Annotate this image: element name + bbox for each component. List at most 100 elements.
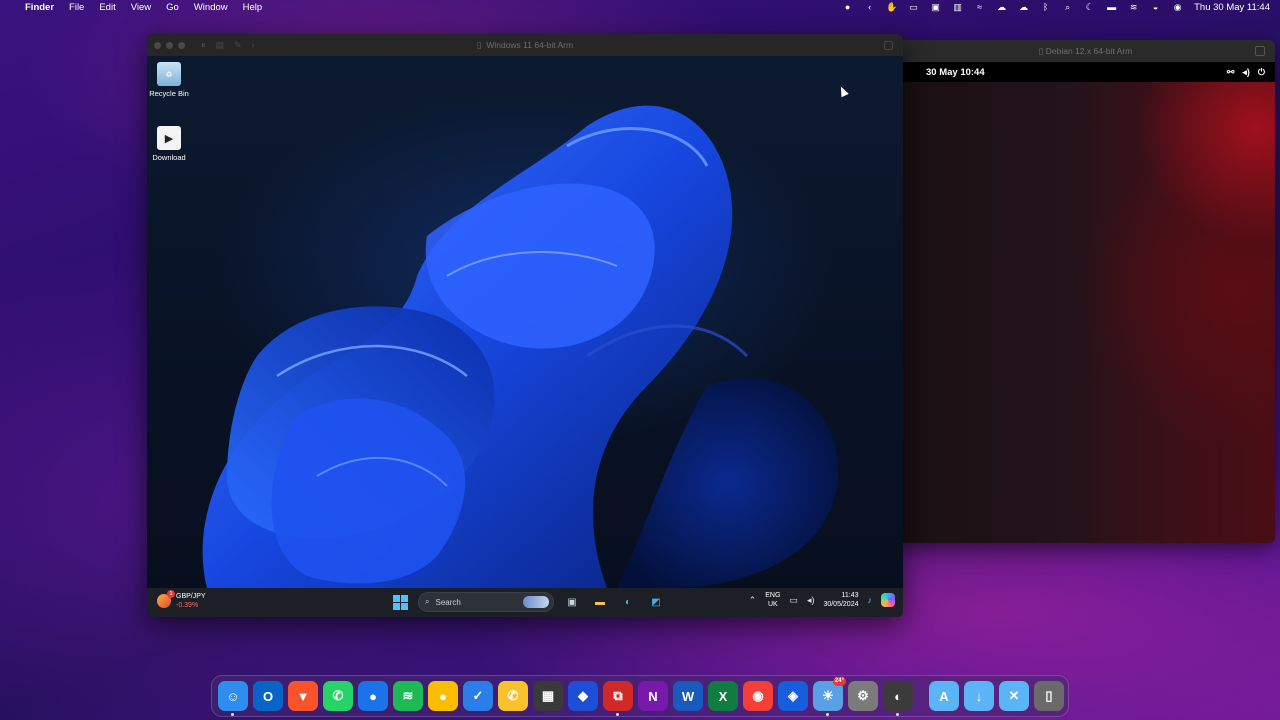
- app-menu-finder[interactable]: Finder: [25, 2, 54, 13]
- dock-brave-icon[interactable]: ▼: [288, 681, 318, 711]
- dock-finder-icon[interactable]: ☺: [218, 681, 248, 716]
- dock-tasks-icon[interactable]: ✓: [463, 681, 493, 711]
- windows-window-title: Windows 11 64-bit Arm: [486, 40, 574, 50]
- download-icon: ▶: [157, 126, 181, 150]
- chevron-up-icon[interactable]: ⌃: [749, 595, 757, 606]
- dock-downloads-icon[interactable]: ↓: [964, 681, 994, 711]
- file-explorer-icon[interactable]: ▬: [590, 592, 610, 612]
- dock-utilities-icon[interactable]: ✕: [999, 681, 1029, 711]
- widget-icon: 1: [157, 590, 175, 608]
- minimize-button[interactable]: [166, 41, 173, 49]
- chevron-left-icon[interactable]: ‹: [864, 2, 875, 12]
- search-icon[interactable]: ⌕: [1062, 2, 1073, 12]
- taskbar-search[interactable]: ⌕ Search: [418, 592, 554, 612]
- dock-whatsapp-icon[interactable]: ✆: [323, 681, 353, 711]
- running-indicator: [896, 713, 899, 716]
- zoom-button[interactable]: [178, 41, 185, 49]
- copilot-icon[interactable]: [881, 593, 895, 607]
- cloud-icon[interactable]: ☁: [1018, 2, 1029, 12]
- restore-icon[interactable]: [884, 41, 893, 50]
- debian-wallpaper: [896, 82, 1275, 543]
- dock-spotify-icon[interactable]: ≋: [393, 681, 423, 711]
- task-view-icon[interactable]: ▣: [562, 592, 582, 612]
- dock-word-icon[interactable]: W: [673, 681, 703, 711]
- dock-excel-icon[interactable]: X: [708, 681, 738, 711]
- dock-applications-icon[interactable]: A: [929, 681, 959, 711]
- menu-go[interactable]: Go: [166, 2, 179, 13]
- debian-vm-window[interactable]: ▯ Debian 12.x 64-bit Arm 30 May 10:44 ⚯ …: [896, 40, 1275, 543]
- debian-titlebar[interactable]: ▯ Debian 12.x 64-bit Arm: [896, 40, 1275, 62]
- start-button[interactable]: [390, 592, 410, 612]
- network-icon[interactable]: ⚯: [1227, 67, 1235, 78]
- dock-outlook-icon[interactable]: O: [253, 681, 283, 711]
- menu-edit[interactable]: Edit: [99, 2, 115, 13]
- store-icon[interactable]: ◩: [646, 592, 666, 612]
- dock-onenote-icon[interactable]: N: [638, 681, 668, 711]
- screen-icon[interactable]: ▣: [930, 2, 941, 12]
- taskbar-clock[interactable]: 11:43 30/05/2024: [823, 591, 858, 609]
- widgets-button[interactable]: 1 GBP/JPY -0.39%: [157, 590, 206, 610]
- bluetooth-icon[interactable]: ᛒ: [1040, 2, 1051, 12]
- notification-bell-icon[interactable]: ♪: [868, 595, 873, 605]
- power-icon[interactable]: ⏻: [1258, 67, 1265, 78]
- edge-icon[interactable]: ◐: [618, 592, 638, 612]
- wind-icon[interactable]: ≈: [974, 2, 985, 12]
- dock-system-settings-icon[interactable]: ⚙: [848, 681, 878, 711]
- debian-window-title: Debian 12.x 64-bit Arm: [1045, 46, 1133, 56]
- desktop-icon-recycle-bin[interactable]: ♻ Recycle Bin: [147, 62, 191, 98]
- dock-virtualbox-icon[interactable]: ◆: [568, 681, 598, 711]
- dock-pocket-casts-icon[interactable]: ◉: [743, 681, 773, 711]
- display-icon[interactable]: ▭: [908, 2, 919, 12]
- desktop-icon-label: Recycle Bin: [149, 89, 189, 98]
- record-icon[interactable]: ●: [842, 2, 853, 12]
- dock-badge: 24°: [832, 677, 846, 686]
- lang-bottom: UK: [767, 601, 778, 608]
- gnome-clock[interactable]: 30 May 10:44: [926, 67, 985, 78]
- dock-trash-icon[interactable]: ▯: [1034, 681, 1064, 711]
- windows-window-title-wrap: ▯ Windows 11 64-bit Arm: [147, 40, 903, 51]
- parallels-icon[interactable]: ▥: [952, 2, 963, 12]
- menu-bar: Finder File Edit View Go Window Help ● ‹…: [0, 0, 1280, 14]
- battery-icon[interactable]: ▬: [1106, 2, 1117, 12]
- dock-parallels-icon[interactable]: ⧉: [603, 681, 633, 716]
- recycle-bin-icon: ♻: [157, 62, 181, 86]
- gnome-top-bar: 30 May 10:44 ⚯ ◂) ⏻: [896, 62, 1275, 82]
- windows-titlebar[interactable]: ⏸ ▤ ✎ › ▯ Windows 11 64-bit Arm: [147, 34, 903, 56]
- moon-icon[interactable]: ☾: [1084, 2, 1095, 12]
- siri-icon[interactable]: ◉: [1172, 2, 1183, 12]
- menu-help[interactable]: Help: [243, 2, 263, 13]
- menu-window[interactable]: Window: [194, 2, 228, 13]
- running-indicator: [616, 713, 619, 716]
- document-icon: ▯: [1038, 45, 1046, 56]
- language-indicator[interactable]: ENG UK: [765, 591, 780, 609]
- windows-vm-window[interactable]: ⏸ ▤ ✎ › ▯ Windows 11 64-bit Arm ♻ Recycl…: [147, 34, 903, 617]
- running-indicator: [231, 713, 234, 716]
- wrench-icon[interactable]: ✎: [234, 40, 242, 51]
- desktop-icon-download[interactable]: ▶ Download: [147, 126, 191, 162]
- dock-messages-icon[interactable]: ●: [358, 681, 388, 711]
- menu-file[interactable]: File: [69, 2, 84, 13]
- volume-icon[interactable]: ◂): [807, 595, 815, 606]
- cloud-icon[interactable]: ☁: [996, 2, 1007, 12]
- hand-icon[interactable]: ✋: [886, 2, 897, 12]
- lang-top: ENG: [765, 592, 781, 599]
- menu-bar-clock[interactable]: Thu 30 May 11:44: [1194, 2, 1270, 13]
- dock-bitwarden-icon[interactable]: ◈: [778, 681, 808, 711]
- pause-icon[interactable]: ⏸: [201, 40, 206, 51]
- snapshot-icon[interactable]: ▤: [216, 40, 225, 51]
- dock-screen-sharing-icon[interactable]: ◐: [883, 681, 913, 716]
- dock-phone-icon[interactable]: ✆: [498, 681, 528, 711]
- restore-icon[interactable]: [1255, 46, 1265, 56]
- dock-keep-icon[interactable]: ●: [428, 681, 458, 711]
- dock-calculator-icon[interactable]: ▦: [533, 681, 563, 711]
- chevron-right-icon[interactable]: ›: [252, 40, 255, 51]
- menu-view[interactable]: View: [131, 2, 151, 13]
- close-button[interactable]: [154, 41, 161, 49]
- dock-weather-icon[interactable]: ☀ 24°: [813, 677, 846, 716]
- control-center-icon[interactable]: ◒: [1150, 2, 1161, 12]
- wifi-icon[interactable]: ≋: [1128, 2, 1139, 12]
- network-icon[interactable]: ▭: [789, 595, 798, 606]
- volume-icon[interactable]: ◂): [1242, 67, 1250, 78]
- search-placeholder: Search: [435, 597, 461, 607]
- taskbar-date: 30/05/2024: [823, 601, 859, 608]
